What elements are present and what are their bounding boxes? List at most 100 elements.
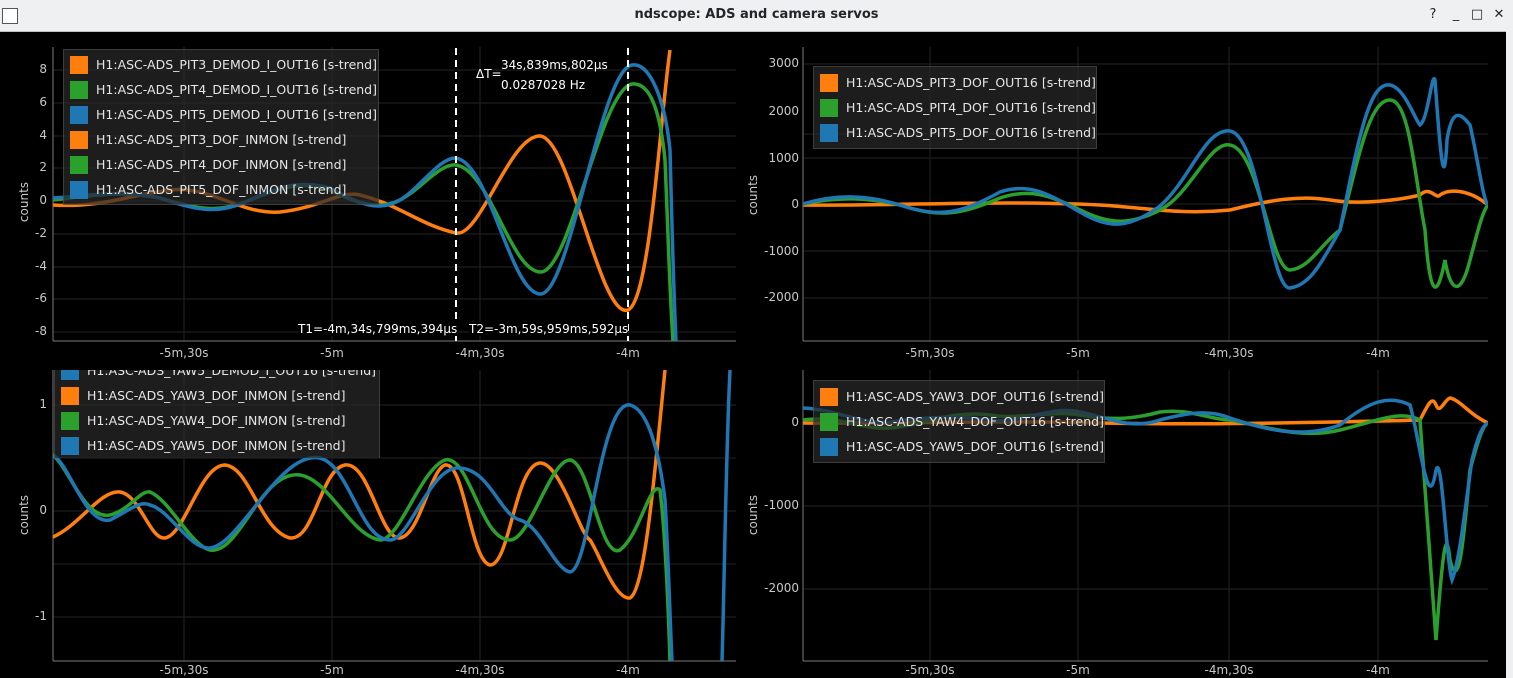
help-button[interactable]: ?: [1424, 6, 1442, 24]
legend-swatch: [820, 98, 838, 117]
legend-swatch: [70, 55, 88, 74]
ytick: 2: [39, 160, 47, 174]
legend-swatch: [70, 105, 88, 124]
ytick: 1: [39, 397, 47, 411]
top-left-ylabel: counts: [17, 181, 31, 223]
xtick: -4m: [616, 346, 640, 360]
legend-entry[interactable]: H1:ASC-ADS_PIT3_DEMOD_I_OUT16 [s-trend]: [70, 52, 377, 77]
ytick: 0: [39, 503, 47, 517]
legend-label: H1:ASC-ADS_YAW5_DOF_INMON [s-trend]: [87, 438, 346, 453]
xtick: -4m: [1366, 346, 1390, 360]
legend-label: H1:ASC-ADS_YAW5_DOF_OUT16 [s-trend]: [846, 439, 1104, 454]
bottom-left-legend[interactable]: H1:ASC-ADS_YAW5_DEMOD_I_OUT16 [s-trend] …: [54, 370, 380, 458]
legend-entry[interactable]: H1:ASC-ADS_YAW5_DEMOD_I_OUT16 [s-trend]: [61, 370, 377, 383]
cursor-t2-label: T2=-3m,59s,959ms,592μs: [469, 322, 629, 336]
xtick: -5m: [1066, 663, 1090, 677]
bottom-left-legend-viewport: H1:ASC-ADS_YAW5_DEMOD_I_OUT16 [s-trend] …: [54, 370, 384, 458]
xtick: -5m: [320, 663, 344, 677]
legend-entry[interactable]: H1:ASC-ADS_PIT5_DEMOD_I_OUT16 [s-trend]: [70, 102, 377, 127]
xtick: -4m,30s: [455, 346, 505, 360]
window-title: ndscope: ADS and camera servos: [634, 7, 879, 22]
bottom-left-ylabel: counts: [17, 494, 31, 536]
legend-label: H1:ASC-ADS_PIT3_DOF_OUT16 [s-trend]: [846, 75, 1096, 90]
xtick: -5m: [1066, 346, 1090, 360]
ytick: 0: [791, 197, 799, 211]
legend-swatch: [61, 436, 79, 455]
ytick: -1000: [764, 498, 799, 512]
ytick: 1000: [768, 151, 799, 165]
delta-t-label: ΔT=: [476, 67, 502, 81]
xtick: -4m: [616, 663, 640, 677]
cursor-t1-handle[interactable]: [452, 48, 461, 341]
legend-swatch: [70, 130, 88, 149]
legend-entry[interactable]: H1:ASC-ADS_PIT5_DOF_INMON [s-trend]: [70, 177, 372, 202]
legend-swatch: [820, 412, 838, 431]
legend-swatch: [820, 73, 838, 92]
legend-entry[interactable]: H1:ASC-ADS_PIT5_DOF_OUT16 [s-trend]: [820, 120, 1096, 145]
xtick: -5m,30s: [159, 346, 209, 360]
top-left-legend[interactable]: H1:ASC-ADS_PIT3_DEMOD_I_OUT16 [s-trend] …: [63, 49, 379, 205]
xtick: -5m: [320, 346, 344, 360]
xtick: -5m,30s: [159, 663, 209, 677]
window-titlebar: ndscope: ADS and camera servos ? _ □ ✕: [0, 0, 1513, 32]
legend-label: H1:ASC-ADS_YAW4_DOF_OUT16 [s-trend]: [846, 414, 1104, 429]
legend-entry[interactable]: H1:ASC-ADS_YAW3_DOF_OUT16 [s-trend]: [820, 384, 1104, 409]
ytick: 3000: [768, 56, 799, 70]
cursor-t1-label: T1=-4m,34s,799ms,394μs: [298, 322, 458, 336]
legend-swatch: [820, 123, 838, 142]
xtick: -4m,30s: [1204, 346, 1254, 360]
legend-entry[interactable]: H1:ASC-ADS_YAW5_DOF_INMON [s-trend]: [61, 433, 373, 458]
ytick: 4: [39, 128, 47, 142]
legend-swatch: [70, 155, 88, 174]
xtick: -4m: [1366, 663, 1390, 677]
top-right-ylabel: counts: [746, 174, 760, 216]
legend-entry[interactable]: H1:ASC-ADS_YAW3_DOF_INMON [s-trend]: [61, 383, 373, 408]
restore-button[interactable]: □: [1468, 6, 1486, 24]
legend-label: H1:ASC-ADS_YAW3_DOF_INMON [s-trend]: [87, 388, 346, 403]
delta-freq-value: 0.0287028 Hz: [501, 78, 586, 92]
legend-label: H1:ASC-ADS_PIT4_DOF_OUT16 [s-trend]: [846, 100, 1096, 115]
close-button[interactable]: ✕: [1490, 6, 1508, 24]
legend-swatch: [70, 180, 88, 199]
bottom-right-legend[interactable]: H1:ASC-ADS_YAW3_DOF_OUT16 [s-trend] H1:A…: [813, 380, 1105, 463]
legend-label: H1:ASC-ADS_PIT5_DOF_INMON [s-trend]: [96, 182, 347, 197]
legend-entry[interactable]: H1:ASC-ADS_YAW4_DOF_INMON [s-trend]: [61, 408, 373, 433]
legend-swatch: [61, 411, 79, 430]
top-right-legend[interactable]: H1:ASC-ADS_PIT3_DOF_OUT16 [s-trend] H1:A…: [813, 66, 1097, 149]
legend-swatch: [70, 80, 88, 99]
ytick: -2: [35, 226, 47, 240]
bottom-right-ylabel: counts: [746, 494, 760, 536]
legend-entry[interactable]: H1:ASC-ADS_PIT4_DOF_OUT16 [s-trend]: [820, 95, 1096, 120]
cursor-t2-handle[interactable]: [624, 48, 633, 341]
legend-swatch: [61, 370, 79, 380]
legend-swatch: [820, 387, 838, 406]
legend-entry[interactable]: H1:ASC-ADS_PIT4_DOF_INMON [s-trend]: [70, 152, 372, 177]
legend-swatch: [61, 386, 79, 405]
legend-swatch: [820, 437, 838, 456]
ytick: 2000: [768, 104, 799, 118]
xtick: -5m,30s: [905, 346, 955, 360]
ytick: 0: [39, 193, 47, 207]
minimize-button[interactable]: _: [1447, 6, 1465, 24]
legend-label: H1:ASC-ADS_PIT3_DOF_INMON [s-trend]: [96, 132, 347, 147]
legend-entry[interactable]: H1:ASC-ADS_YAW5_DOF_OUT16 [s-trend]: [820, 434, 1104, 459]
legend-label: H1:ASC-ADS_PIT4_DEMOD_I_OUT16 [s-trend]: [96, 82, 377, 97]
xtick: -4m,30s: [1204, 663, 1254, 677]
legend-label: H1:ASC-ADS_PIT4_DOF_INMON [s-trend]: [96, 157, 347, 172]
ytick: -2000: [764, 581, 799, 595]
legend-entry[interactable]: H1:ASC-ADS_PIT4_DEMOD_I_OUT16 [s-trend]: [70, 77, 377, 102]
legend-label: H1:ASC-ADS_PIT5_DOF_OUT16 [s-trend]: [846, 125, 1096, 140]
legend-entry[interactable]: H1:ASC-ADS_PIT3_DOF_OUT16 [s-trend]: [820, 70, 1096, 95]
ytick: -6: [35, 291, 47, 305]
legend-label: H1:ASC-ADS_YAW4_DOF_INMON [s-trend]: [87, 413, 346, 428]
legend-label: H1:ASC-ADS_PIT5_DEMOD_I_OUT16 [s-trend]: [96, 107, 377, 122]
ytick: 0: [791, 415, 799, 429]
legend-entry[interactable]: H1:ASC-ADS_PIT3_DOF_INMON [s-trend]: [70, 127, 372, 152]
ytick: -1: [35, 609, 47, 623]
ytick: -8: [35, 324, 47, 338]
ytick: -1000: [764, 244, 799, 258]
legend-label: H1:ASC-ADS_YAW5_DEMOD_I_OUT16 [s-trend]: [87, 370, 377, 378]
window-right-edge: [1506, 31, 1513, 678]
delta-t-value: 34s,839ms,802μs: [501, 58, 608, 72]
legend-entry[interactable]: H1:ASC-ADS_YAW4_DOF_OUT16 [s-trend]: [820, 409, 1104, 434]
